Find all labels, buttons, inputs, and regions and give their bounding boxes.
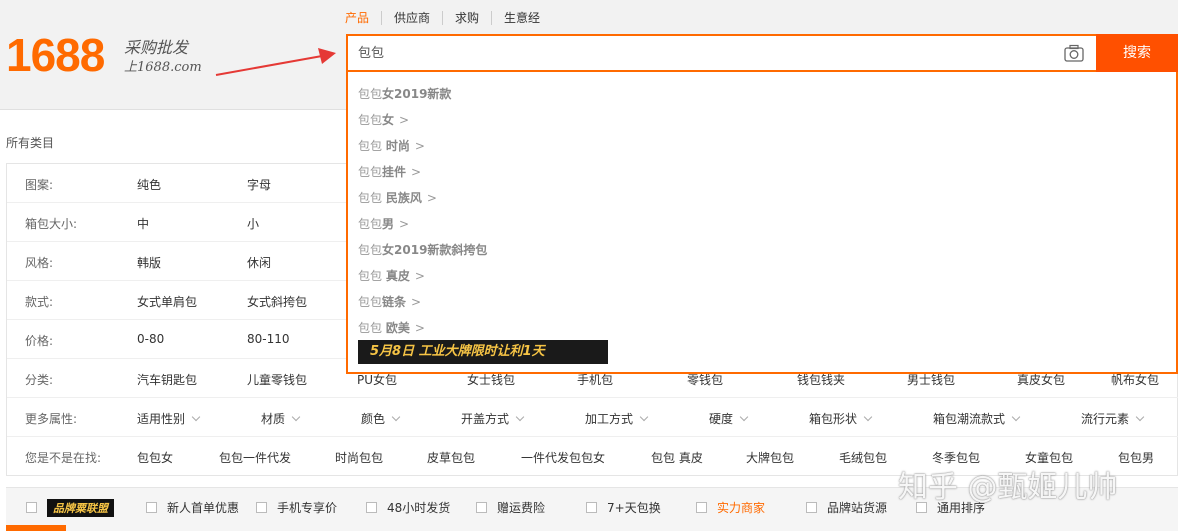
filter-label: 款式: <box>25 295 54 309</box>
checkbox[interactable] <box>256 502 267 513</box>
shipping-insurance-option[interactable]: 赠运费险 <box>476 499 545 516</box>
promo-banner[interactable]: 5月8日 工业大牌限时让利1天 <box>358 340 608 364</box>
chevron-down-icon <box>391 412 401 422</box>
filter-value[interactable]: 字母 <box>247 176 271 193</box>
chevron-down-icon <box>191 412 201 422</box>
attribute-dropdown[interactable]: 箱包形状 <box>809 410 873 427</box>
chevron-down-icon <box>863 412 873 422</box>
filter-value[interactable]: 小 <box>247 215 259 232</box>
tab-product[interactable]: 产品 <box>345 11 381 25</box>
brand-alliance-option[interactable]: 品牌粟联盟 <box>26 499 114 517</box>
logo[interactable]: 1688 <box>6 28 105 82</box>
related-search-link[interactable]: 时尚包包 <box>335 449 383 466</box>
related-search-link[interactable]: 包包一件代发 <box>219 449 291 466</box>
filter-value[interactable]: 中 <box>137 215 149 232</box>
related-search-link[interactable]: 毛绒包包 <box>839 449 887 466</box>
logo-domain: 上1688.com <box>124 60 202 75</box>
suggestion-item[interactable]: 包包 时尚 > <box>358 138 425 154</box>
filter-value[interactable]: 女式单肩包 <box>137 293 197 310</box>
chevron-down-icon <box>515 412 525 422</box>
red-arrow-icon <box>215 48 336 76</box>
tab-purchase[interactable]: 求购 <box>442 11 491 25</box>
filter-label: 图案: <box>25 178 54 192</box>
attribute-dropdown[interactable]: 颜色 <box>361 410 401 427</box>
related-search-link[interactable]: 包包男 <box>1118 449 1154 466</box>
filter-label: 箱包大小: <box>25 217 78 231</box>
filter-value[interactable]: 女式斜挎包 <box>247 293 307 310</box>
related-search-link[interactable]: 包包 真皮 <box>651 449 703 466</box>
tab-business[interactable]: 生意经 <box>491 11 552 25</box>
filter-label: 更多属性: <box>25 412 78 426</box>
tab-supplier[interactable]: 供应商 <box>381 11 442 25</box>
attribute-dropdown[interactable]: 硬度 <box>709 410 749 427</box>
checkbox[interactable] <box>806 502 817 513</box>
7-day-exchange-option[interactable]: 7+天包换 <box>586 499 661 516</box>
chevron-down-icon <box>1135 412 1145 422</box>
chevron-down-icon <box>291 412 301 422</box>
checkbox[interactable] <box>146 502 157 513</box>
checkbox[interactable] <box>586 502 597 513</box>
related-search-link[interactable]: 大牌包包 <box>746 449 794 466</box>
suggestion-item[interactable]: 包包女2019新款 <box>358 86 456 102</box>
mobile-price-option[interactable]: 手机专享价 <box>256 499 337 516</box>
suggestion-item[interactable]: 包包男 > <box>358 216 409 232</box>
suggestion-item[interactable]: 包包女2019新款斜挎包 <box>358 242 492 258</box>
checkbox[interactable] <box>696 502 707 513</box>
filter-label: 您是不是在找: <box>25 451 102 465</box>
search-suggestion-dropdown: 包包女2019新款 包包女 > 包包 时尚 > 包包挂件 > 包包 民族风 > 包包男 >… <box>346 72 1178 374</box>
search-input[interactable] <box>358 44 1048 59</box>
attribute-dropdown[interactable]: 材质 <box>261 410 301 427</box>
suggestion-item[interactable]: 包包挂件 > <box>358 164 421 180</box>
attribute-dropdown[interactable]: 适用性别 <box>137 410 201 427</box>
suggestion-item[interactable]: 包包 民族风 > <box>358 190 437 206</box>
filter-value[interactable]: 80-110 <box>247 332 290 346</box>
filter-label: 价格: <box>25 334 54 348</box>
search-button[interactable]: 搜索 <box>1096 34 1178 72</box>
chevron-down-icon <box>639 412 649 422</box>
suggestion-item[interactable]: 包包 欧美 > <box>358 320 425 336</box>
related-search-link[interactable]: 包包女 <box>137 449 173 466</box>
search-box <box>346 34 1096 72</box>
logo-slogan: 采购批发 <box>124 38 189 57</box>
chevron-down-icon <box>1011 412 1021 422</box>
related-search-link[interactable]: 一件代发包包女 <box>521 449 605 466</box>
filter-value[interactable]: 儿童零钱包 <box>247 371 307 388</box>
all-categories-label[interactable]: 所有类目 <box>6 134 54 151</box>
filter-row-more-attributes: 更多属性: 适用性别 材质 颜色 开盖方式 加工方式 硬度 箱包形状 箱包潮流款… <box>7 398 1178 437</box>
filter-label: 风格: <box>25 256 54 270</box>
filter-value[interactable]: 韩版 <box>137 254 161 271</box>
related-search-link[interactable]: 皮草包包 <box>427 449 475 466</box>
chevron-down-icon <box>739 412 749 422</box>
watermark: 知乎 @甄姬儿帅 <box>898 470 1118 505</box>
attribute-dropdown[interactable]: 加工方式 <box>585 410 649 427</box>
active-tab-indicator <box>6 525 66 531</box>
checkbox[interactable] <box>366 502 377 513</box>
suggestion-item[interactable]: 包包链条 > <box>358 294 421 310</box>
attribute-dropdown[interactable]: 箱包潮流款式 <box>933 410 1021 427</box>
suggestion-item[interactable]: 包包 真皮 > <box>358 268 425 284</box>
filter-value[interactable]: 汽车钥匙包 <box>137 371 197 388</box>
filter-value[interactable]: 纯色 <box>137 176 161 193</box>
checkbox[interactable] <box>26 502 37 513</box>
48h-shipping-option[interactable]: 48小时发货 <box>366 499 450 516</box>
brand-source-option[interactable]: 品牌站货源 <box>806 499 887 516</box>
attribute-dropdown[interactable]: 开盖方式 <box>461 410 525 427</box>
power-merchant-option[interactable]: 实力商家 <box>696 499 765 516</box>
attribute-dropdown[interactable]: 流行元素 <box>1081 410 1145 427</box>
camera-icon[interactable] <box>1064 44 1084 62</box>
new-user-discount-option[interactable]: 新人首单优惠 <box>146 499 239 516</box>
checkbox[interactable] <box>476 502 487 513</box>
filter-value[interactable]: 0-80 <box>137 332 164 346</box>
search-type-tabs: 产品 供应商 求购 生意经 <box>345 11 552 25</box>
filter-label: 分类: <box>25 373 54 387</box>
filter-value[interactable]: 休闲 <box>247 254 271 271</box>
suggestion-item[interactable]: 包包女 > <box>358 112 409 128</box>
